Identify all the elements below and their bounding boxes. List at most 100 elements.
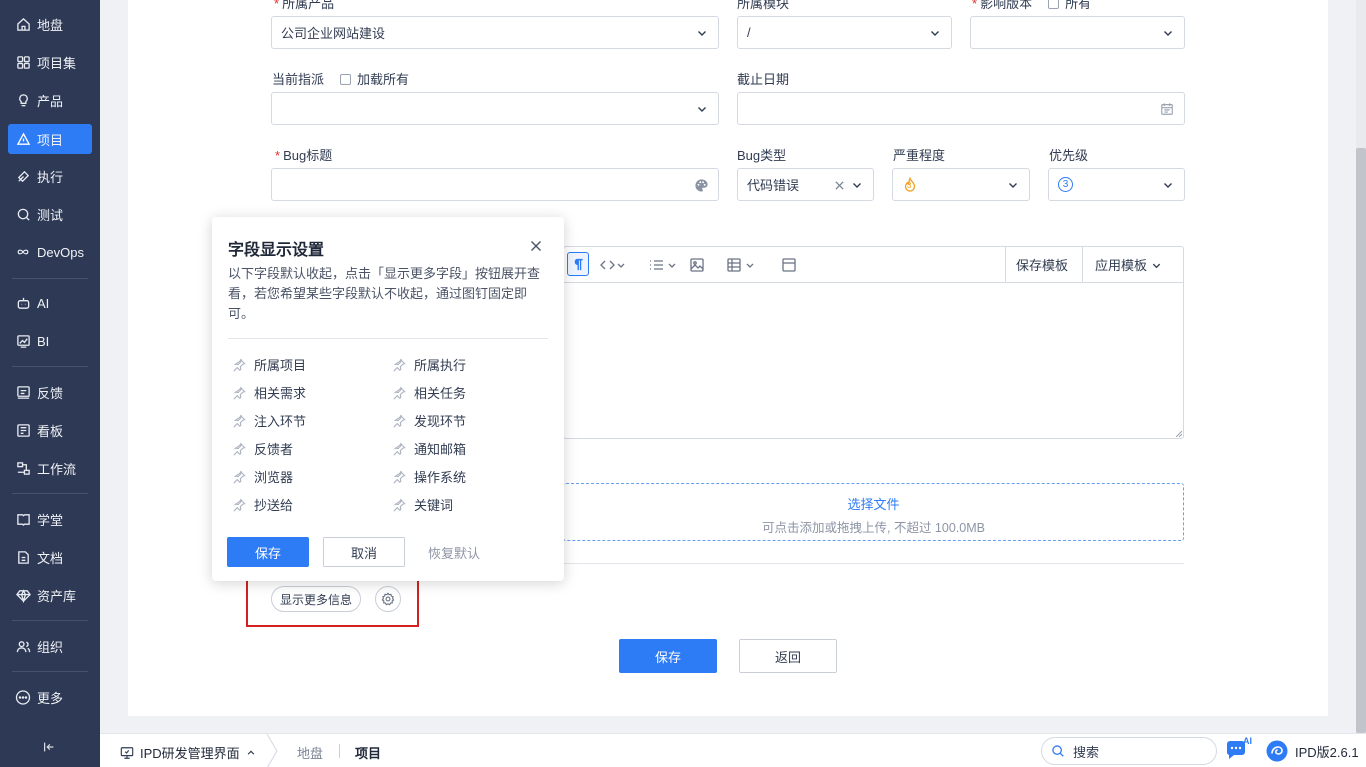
assign-select[interactable] — [271, 92, 719, 125]
sidebar: 地盘 项目集 产品 项目 执行 测试 DevOps AI BI 反馈 看板 工作… — [0, 0, 100, 767]
sidebar-item-doc[interactable]: 文档 — [8, 542, 92, 572]
version-label: IPD版2.6.1 — [1295, 744, 1359, 760]
close-icon[interactable] — [530, 240, 542, 252]
calendar-icon — [1161, 103, 1173, 115]
sidebar-item-test[interactable]: 测试 — [8, 199, 92, 229]
code-icon[interactable] — [600, 256, 626, 274]
pin-icon[interactable] — [392, 498, 406, 512]
type-label: Bug类型 — [737, 148, 787, 163]
sidebar-item-label: 测试 — [37, 207, 64, 223]
search-input[interactable]: 搜索 — [1041, 737, 1217, 765]
breadcrumb-dashboard[interactable]: 地盘 — [297, 743, 323, 762]
pin-icon[interactable] — [232, 386, 246, 400]
sidebar-item-program[interactable]: 项目集 — [8, 47, 92, 77]
sidebar-item-project[interactable]: 项目 — [8, 124, 92, 154]
palette-icon[interactable] — [694, 178, 709, 193]
bi-chart-icon — [15, 333, 31, 349]
pin-item-inject[interactable]: 注入环节 — [232, 411, 306, 430]
pin-item-execution[interactable]: 所属执行 — [392, 355, 466, 374]
pin-item-mailto[interactable]: 抄送给 — [232, 495, 293, 514]
pin-icon[interactable] — [232, 470, 246, 484]
layout-icon[interactable] — [782, 256, 796, 274]
sidebar-divider — [12, 671, 88, 672]
sidebar-item-ai[interactable]: AI — [8, 288, 92, 318]
pin-item-browser[interactable]: 浏览器 — [232, 467, 293, 486]
sidebar-divider — [12, 493, 88, 494]
priority-value: 3 — [1062, 179, 1069, 190]
sidebar-item-more[interactable]: 更多 — [8, 682, 92, 712]
pin-item-os[interactable]: 操作系统 — [392, 467, 466, 486]
priority-circle-icon: 3 — [1058, 177, 1073, 192]
priority-label: 优先级 — [1049, 148, 1089, 163]
collapse-sidebar-icon[interactable] — [42, 740, 58, 756]
bug-type-select[interactable]: 代码错误 — [737, 168, 874, 201]
list-icon[interactable] — [649, 256, 677, 274]
bug-title-input[interactable] — [271, 168, 719, 201]
sidebar-item-devops[interactable]: DevOps — [8, 237, 92, 267]
back-button[interactable]: 返回 — [739, 639, 837, 673]
paragraph-icon[interactable] — [567, 252, 589, 276]
pin-icon[interactable] — [392, 470, 406, 484]
workspace-switcher[interactable]: IPD研发管理界面 — [120, 743, 256, 762]
pin-icon[interactable] — [392, 414, 406, 428]
kanban-icon — [15, 422, 31, 438]
sidebar-divider — [12, 366, 88, 367]
pin-icon[interactable] — [232, 358, 246, 372]
scrollbar-thumb[interactable] — [1356, 148, 1366, 733]
breadcrumb-divider — [339, 744, 340, 758]
version-badge[interactable]: IPD版2.6.1 — [1266, 740, 1359, 762]
breadcrumb-separator — [266, 734, 278, 767]
breadcrumb-project[interactable]: 项目 — [355, 743, 381, 762]
save-button[interactable]: 保存 — [619, 639, 717, 673]
pin-item-project[interactable]: 所属项目 — [232, 355, 306, 374]
pin-icon[interactable] — [392, 358, 406, 372]
sidebar-item-label: AI — [37, 295, 50, 311]
choose-file-link[interactable]: 选择文件 — [564, 494, 1183, 513]
popover-save-button[interactable]: 保存 — [227, 537, 309, 567]
sidebar-item-dashboard[interactable]: 地盘 — [8, 9, 92, 39]
pin-icon[interactable] — [392, 442, 406, 456]
clear-icon[interactable] — [834, 180, 845, 191]
sidebar-item-bi[interactable]: BI — [8, 326, 92, 356]
version-all-checkbox[interactable] — [1048, 0, 1060, 9]
version-select[interactable] — [970, 16, 1185, 49]
ai-assistant-button[interactable]: AI — [1225, 736, 1255, 762]
pin-item-feedback-by[interactable]: 反馈者 — [232, 439, 293, 458]
file-upload-area[interactable]: 选择文件 可点击添加或拖拽上传, 不超过 100.0MB — [563, 483, 1184, 541]
sidebar-item-school[interactable]: 学堂 — [8, 504, 92, 534]
table-icon[interactable] — [727, 256, 757, 274]
pin-item-keywords[interactable]: 关键词 — [392, 495, 453, 514]
apply-template-button[interactable]: 应用模板 — [1095, 255, 1162, 274]
pin-item-notify-email[interactable]: 通知邮箱 — [392, 439, 466, 458]
pin-icon[interactable] — [232, 498, 246, 512]
module-select[interactable]: / — [737, 16, 952, 49]
module-label: 所属模块 — [737, 0, 790, 11]
product-select-value: 公司企业网站建设 — [281, 26, 386, 41]
popover-cancel-button[interactable]: 取消 — [323, 537, 405, 567]
popover-title: 字段显示设置 — [228, 242, 325, 259]
sidebar-item-feedback[interactable]: 反馈 — [8, 377, 92, 407]
sidebar-item-product[interactable]: 产品 — [8, 85, 92, 115]
priority-select[interactable]: 3 — [1048, 168, 1185, 201]
product-select[interactable]: 公司企业网站建设 — [271, 16, 719, 49]
resize-handle-icon[interactable] — [1176, 431, 1182, 437]
load-all-checkbox[interactable] — [340, 74, 352, 85]
sidebar-item-org[interactable]: 组织 — [8, 631, 92, 661]
save-template-button[interactable]: 保存模板 — [1016, 255, 1068, 274]
popover-reset-button[interactable]: 恢复默认 — [428, 543, 480, 562]
rich-text-editor[interactable]: 保存模板 应用模板 — [563, 246, 1184, 439]
pin-icon[interactable] — [232, 414, 246, 428]
pin-item-task[interactable]: 相关任务 — [392, 383, 466, 402]
pin-icon[interactable] — [392, 386, 406, 400]
sidebar-item-execution[interactable]: 执行 — [8, 161, 92, 191]
severity-select[interactable]: 3 — [892, 168, 1030, 201]
sidebar-item-asset[interactable]: 资产库 — [8, 580, 92, 610]
pin-item-found[interactable]: 发现环节 — [392, 411, 466, 430]
sidebar-item-kanban[interactable]: 看板 — [8, 415, 92, 445]
chevron-down-icon — [1009, 183, 1017, 188]
deadline-date-input[interactable] — [737, 92, 1185, 125]
sidebar-item-workflow[interactable]: 工作流 — [8, 453, 92, 483]
pin-icon[interactable] — [232, 442, 246, 456]
image-icon[interactable] — [690, 256, 704, 274]
pin-item-story[interactable]: 相关需求 — [232, 383, 306, 402]
